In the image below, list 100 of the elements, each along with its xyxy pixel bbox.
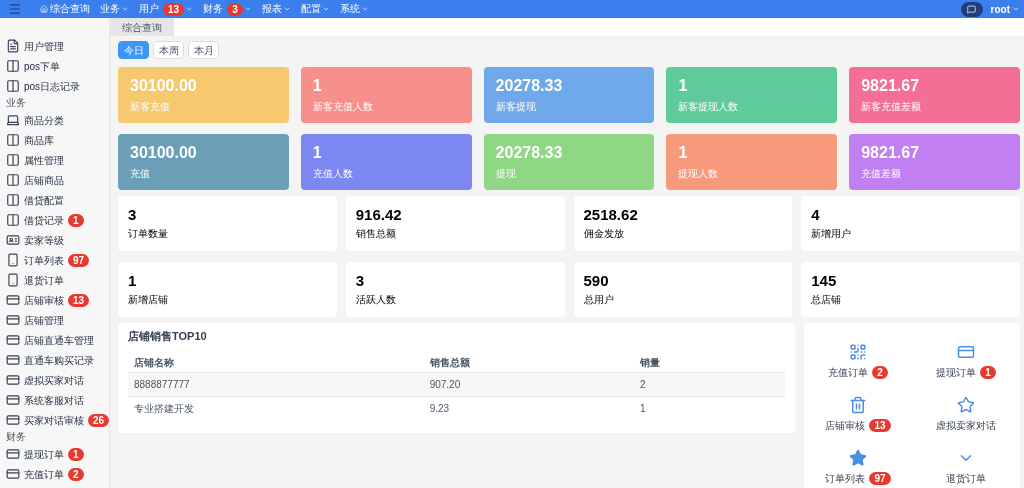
table-cell: 8888877777 [128, 372, 424, 397]
stat-value: 1 [678, 144, 689, 162]
user-menu[interactable]: root [990, 1, 1020, 17]
columns-icon [6, 153, 20, 167]
stat-value: 9821.67 [861, 77, 921, 95]
period-tab[interactable]: 本周 [153, 41, 184, 59]
sidebar-item[interactable]: 店铺审核 13 [6, 290, 109, 310]
sidebar-item[interactable]: 系统客服对话 [6, 390, 109, 410]
sidebar-item[interactable]: 卖家等级 [6, 230, 109, 250]
columns-icon [6, 59, 20, 73]
panel-title: 店铺销售TOP10 [128, 329, 208, 344]
card-icon [6, 333, 20, 347]
stat-label: 新客充值人数 [312, 100, 374, 114]
summary-label: 销售总额 [355, 227, 397, 241]
caret-icon [321, 5, 330, 13]
nav-menu-item[interactable]: 业务 [100, 4, 129, 14]
summary-value: 916.42 [355, 206, 403, 223]
sidebar-item[interactable]: 买家对话审核 26 [6, 410, 109, 430]
stat-label: 新客提现人数 [678, 100, 740, 114]
shortcut-link[interactable]: 店铺审核 13 [804, 396, 912, 433]
count-badge: 1 [68, 213, 84, 227]
columns-icon [6, 193, 20, 207]
star-icon [957, 396, 975, 414]
table-cell: 907.20 [423, 372, 634, 397]
card-icon [957, 343, 975, 361]
sidebar-item[interactable]: 用户管理 [6, 36, 109, 56]
shortcut-link[interactable]: 退货订单 [912, 449, 1020, 486]
shortcut-link[interactable]: 订单列表 97 [804, 449, 912, 486]
shortcut-link[interactable]: 虚拟卖家对话 [912, 396, 1020, 433]
star-icon [849, 449, 867, 467]
caret-icon [121, 5, 129, 13]
count-badge: 13 [869, 419, 891, 432]
stat-label: 提现人数 [678, 167, 720, 181]
shortcut-link[interactable]: 提现订单 1 [912, 343, 1020, 380]
count-badge: 2 [872, 366, 888, 379]
columns-icon [6, 79, 20, 93]
card-icon [6, 313, 20, 327]
sidebar-item[interactable]: 直通车购买记录 [6, 350, 109, 370]
nav-menu-item[interactable]: 用户 13 [139, 2, 194, 16]
stat-label: 提现 [495, 167, 517, 181]
summary-label: 总用户 [583, 293, 615, 307]
stat-label: 充值 [130, 167, 151, 181]
column-header: 销量 [633, 352, 785, 373]
stat-value: 1 [312, 77, 323, 95]
sidebar-item[interactable]: pos日志记录 [6, 76, 109, 96]
sidebar-section-title: 业务 [6, 95, 27, 110]
sidebar-item[interactable]: 借贷记录 1 [6, 210, 109, 230]
nav-menu-item[interactable]: 综合查询 [40, 4, 90, 14]
summary-value: 1 [128, 272, 138, 289]
count-badge: 1 [68, 447, 84, 461]
sidebar-item[interactable]: pos下单 [6, 56, 109, 76]
count-badge: 26 [88, 413, 109, 427]
sidebar-item[interactable]: 店铺商品 [6, 170, 109, 190]
card-icon [6, 393, 20, 407]
page-tab[interactable]: 综合查询 [110, 18, 174, 36]
chat-button[interactable] [960, 1, 983, 17]
period-tab[interactable]: 本月 [188, 41, 219, 59]
card-icon [6, 293, 20, 307]
sidebar-item[interactable]: 退货订单 [6, 270, 109, 290]
nav-menu-item[interactable]: 财务 3 [203, 2, 252, 16]
stat-value: 30100.00 [130, 144, 198, 162]
table-cell: 2 [633, 372, 785, 397]
nav-menu-item[interactable]: 配置 [300, 4, 330, 14]
shortcut-link[interactable]: 充值订单 2 [804, 343, 912, 380]
sidebar-item[interactable]: 商品分类 [6, 110, 109, 130]
nav-menu-item[interactable]: 系统 [339, 4, 369, 14]
sidebar-item[interactable]: 订单列表 97 [6, 250, 109, 270]
summary-value: 145 [811, 272, 838, 289]
card-icon [6, 413, 20, 427]
sidebar-item[interactable]: 店铺管理 [6, 310, 109, 330]
id-card-icon [6, 233, 20, 247]
summary-value: 4 [811, 206, 821, 223]
count-badge: 1 [980, 366, 996, 379]
count-badge: 2 [68, 467, 84, 481]
phone-icon [6, 273, 20, 287]
count-badge: 97 [869, 472, 891, 485]
stat-value: 1 [312, 144, 323, 162]
sidebar-item[interactable]: 借贷配置 [6, 190, 109, 210]
columns-icon [6, 213, 20, 227]
sidebar-item[interactable]: 虚拟买家对话 [6, 370, 109, 390]
stat-value: 1 [678, 77, 689, 95]
summary-label: 新增店铺 [128, 293, 169, 307]
phone-icon [6, 253, 20, 267]
count-badge: 13 [68, 293, 90, 307]
qr-code-icon [849, 343, 867, 361]
card-icon [6, 353, 20, 367]
chat-icon [967, 4, 977, 14]
card-icon [6, 373, 20, 387]
sidebar-item[interactable]: 店铺直通车管理 [6, 330, 109, 350]
count-badge: 13 [163, 2, 185, 16]
sidebar-item[interactable]: 属性管理 [6, 150, 109, 170]
stat-label: 新客充值 [130, 100, 171, 114]
sidebar-item[interactable]: 充值订单 2 [6, 464, 109, 484]
sidebar-item[interactable]: 提现订单 1 [6, 444, 109, 464]
caret-icon [360, 5, 369, 13]
columns-icon [6, 133, 20, 147]
sidebar-item[interactable]: 商品库 [6, 130, 109, 150]
nav-menu-item[interactable]: 报表 [261, 4, 291, 14]
summary-label: 新增用户 [811, 227, 853, 241]
caret-icon [243, 5, 252, 13]
